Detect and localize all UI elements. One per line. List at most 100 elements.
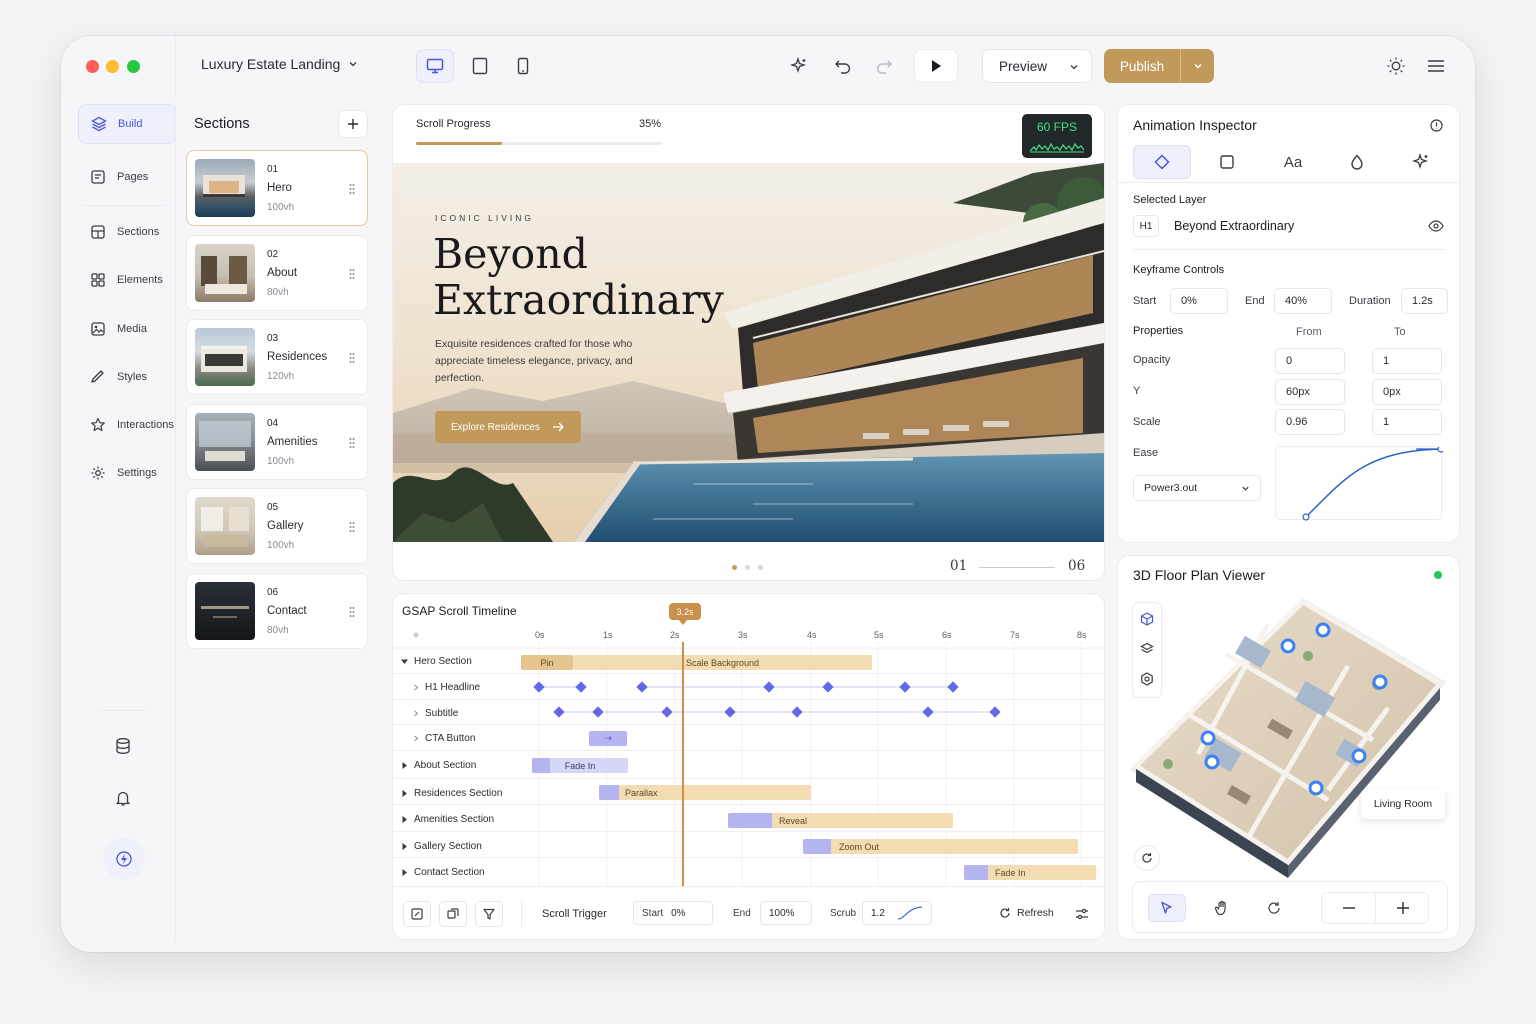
opacity-to-input[interactable]: 1 [1372, 348, 1442, 374]
publish-options-button[interactable] [1181, 61, 1214, 71]
pagination-dot[interactable] [745, 565, 750, 570]
hero-eyebrow: ICONIC LIVING [435, 213, 534, 223]
mobile-view-button[interactable] [504, 49, 542, 83]
snap-button[interactable] [403, 901, 431, 927]
section-height: 100vh [267, 202, 295, 213]
preview-dropdown[interactable]: Preview [982, 49, 1092, 83]
playhead-line[interactable] [682, 642, 684, 886]
ai-assist-button[interactable] [783, 51, 815, 81]
nav-item-styles[interactable]: Styles [78, 357, 176, 397]
drag-handle-icon[interactable] [349, 352, 355, 364]
floor-plan-3d-model[interactable] [1128, 594, 1458, 884]
close-window-button[interactable] [86, 60, 99, 73]
drag-handle-icon[interactable] [349, 268, 355, 280]
nav-item-interactions[interactable]: Interactions [78, 405, 176, 445]
tab-fill[interactable] [1328, 145, 1386, 179]
ease-select[interactable]: Power3.out [1133, 475, 1261, 501]
zoom-in-button[interactable] [1376, 893, 1429, 923]
timeline-settings-button[interactable] [1071, 903, 1093, 925]
inspector-info-button[interactable] [1426, 115, 1446, 135]
timeline-row-about[interactable]: About Section [393, 751, 1104, 779]
tablet-view-button[interactable] [461, 49, 499, 83]
tab-typography[interactable]: Aa [1264, 145, 1322, 179]
fps-monitor: 60 FPS [1022, 114, 1092, 158]
y-to-input[interactable]: 0px [1372, 379, 1442, 405]
section-card-gallery[interactable]: 05 Gallery 100vh [186, 488, 368, 564]
cta-bar[interactable]: ⇢ [589, 731, 627, 746]
maximize-window-button[interactable] [127, 60, 140, 73]
playhead-marker[interactable]: 3.2s [669, 603, 701, 620]
notifications-button[interactable] [107, 782, 139, 814]
power-button[interactable] [103, 838, 145, 880]
keyframe-start-input[interactable]: 0% [1170, 288, 1228, 314]
y-from-input[interactable]: 60px [1275, 379, 1345, 405]
section-card-hero[interactable]: 01 Hero 100vh [186, 150, 368, 226]
select-tool-button[interactable] [1148, 894, 1186, 922]
drag-handle-icon[interactable] [349, 521, 355, 533]
play-button[interactable] [914, 49, 958, 83]
duplicate-button[interactable] [439, 901, 467, 927]
tab-keyframes[interactable] [1133, 145, 1191, 179]
nav-item-sections[interactable]: Sections [78, 212, 176, 252]
nav-item-settings[interactable]: Settings [78, 453, 176, 493]
contact-fade-in-bar[interactable]: Fade In [964, 865, 1096, 880]
section-name: Gallery [267, 520, 304, 532]
refresh-button[interactable]: Refresh [999, 907, 1054, 919]
minimize-window-button[interactable] [106, 60, 119, 73]
theme-toggle-button[interactable] [1380, 51, 1412, 81]
scale-to-input[interactable]: 1 [1372, 409, 1442, 435]
drag-handle-icon[interactable] [349, 437, 355, 449]
nav-item-elements[interactable]: Elements [78, 260, 176, 300]
scale-background-bar[interactable]: Scale Background [573, 655, 872, 670]
explore-residences-button[interactable]: Explore Residences [435, 411, 581, 443]
pin-bar[interactable]: Pin [521, 655, 573, 670]
zoom-out-bar[interactable]: Zoom Out [803, 839, 1078, 854]
pagination-dot[interactable] [758, 565, 763, 570]
tab-effects[interactable] [1392, 145, 1450, 179]
toggle-visibility-button[interactable] [1426, 217, 1446, 235]
scrub-input[interactable]: 1.2 [862, 901, 932, 925]
tab-layout[interactable] [1198, 145, 1256, 179]
chevron-down-icon [1241, 484, 1250, 493]
add-section-button[interactable] [338, 110, 368, 138]
parallax-bar[interactable]: Parallax [599, 785, 811, 800]
drag-handle-icon[interactable] [349, 606, 355, 618]
frame-icon [411, 908, 423, 920]
h1-keyframes [539, 686, 953, 688]
nav-item-build[interactable]: Build [78, 104, 176, 144]
timeline-row-cta[interactable]: CTA Button [393, 725, 1104, 751]
pagination-dot-active[interactable] [732, 565, 737, 570]
zoom-out-button[interactable] [1322, 893, 1375, 923]
image-icon [90, 321, 106, 337]
desktop-view-button[interactable] [416, 49, 454, 83]
redo-button[interactable] [868, 51, 900, 81]
reveal-bar[interactable]: Reveal [728, 813, 953, 828]
undo-button[interactable] [827, 51, 859, 81]
database-button[interactable] [107, 730, 139, 762]
project-name: Luxury Estate Landing [201, 56, 341, 72]
orbit-tool-button[interactable] [1255, 894, 1293, 922]
menu-button[interactable] [1420, 51, 1452, 81]
pan-tool-button[interactable] [1203, 894, 1241, 922]
scale-from-input[interactable]: 0.96 [1275, 409, 1345, 435]
duration-input[interactable]: 1.2s [1401, 288, 1448, 314]
opacity-from-input[interactable]: 0 [1275, 348, 1345, 374]
publish-button[interactable]: Publish [1104, 59, 1180, 74]
section-card-about[interactable]: 02 About 80vh [186, 235, 368, 311]
section-card-amenities[interactable]: 04 Amenities 100vh [186, 404, 368, 480]
nav-item-pages[interactable]: Pages [78, 157, 176, 197]
trigger-start-input[interactable]: Start 0% [633, 901, 713, 925]
trigger-end-input[interactable]: 100% [760, 901, 812, 925]
filter-button[interactable] [475, 901, 503, 927]
about-thumbnail [195, 244, 255, 302]
section-card-residences[interactable]: 03 Residences 120vh [186, 319, 368, 395]
drag-handle-icon[interactable] [349, 183, 355, 195]
ease-curve-graph[interactable] [1275, 446, 1443, 521]
project-selector[interactable]: Luxury Estate Landing [201, 56, 358, 72]
about-fade-in-bar[interactable]: Fade In [532, 758, 628, 773]
nav-item-media[interactable]: Media [78, 309, 176, 349]
keyframe-end-input[interactable]: 40% [1274, 288, 1332, 314]
section-card-contact[interactable]: 06 Contact 80vh [186, 573, 368, 649]
bar-label: Zoom Out [839, 841, 880, 852]
reset-view-button[interactable] [1134, 845, 1160, 871]
